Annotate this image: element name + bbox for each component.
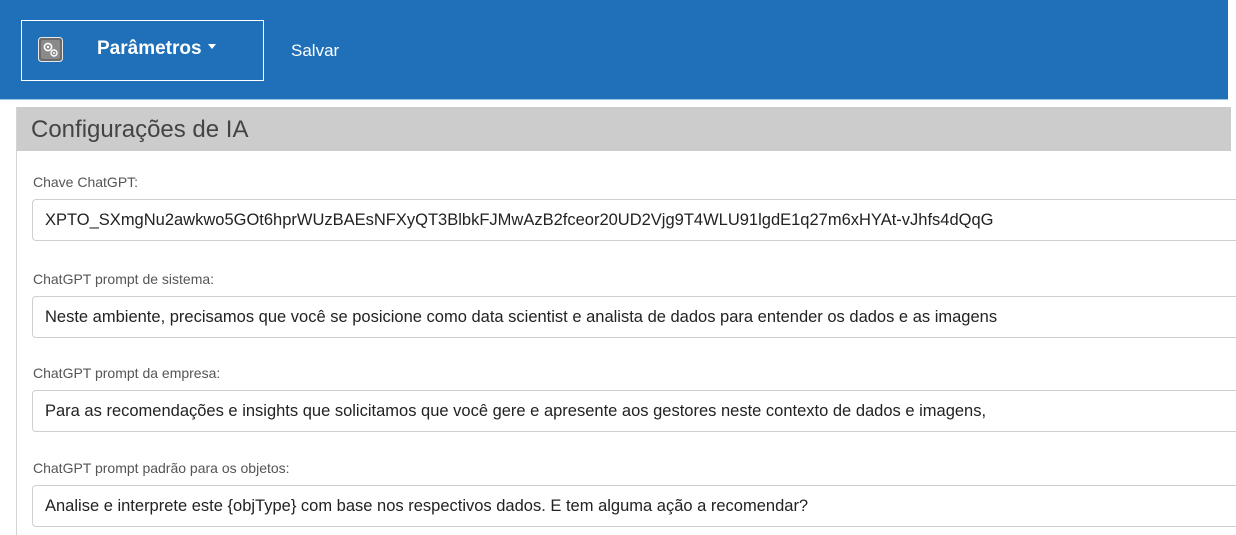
objects-prompt-label: ChatGPT prompt padrão para os objetos: [33, 460, 290, 476]
chatgpt-key-label: Chave ChatGPT: [33, 174, 139, 190]
panel-header: Configurações de IA [17, 107, 1231, 151]
system-prompt-input[interactable] [32, 296, 1236, 338]
panel-title: Configurações de IA [31, 116, 249, 143]
caret-down-icon [207, 44, 216, 50]
top-toolbar: Parâmetros Salvar [0, 0, 1228, 100]
parametros-menu-button[interactable]: Parâmetros [21, 20, 264, 81]
system-prompt-label: ChatGPT prompt de sistema: [33, 271, 215, 287]
objects-prompt-input[interactable] [32, 485, 1236, 527]
chatgpt-key-input[interactable] [32, 199, 1236, 241]
parametros-menu-label: Parâmetros [97, 37, 216, 61]
settings-gear-icon [38, 37, 63, 62]
company-prompt-label: ChatGPT prompt da empresa: [33, 365, 221, 381]
save-button[interactable]: Salvar [291, 40, 339, 62]
company-prompt-input[interactable] [32, 390, 1236, 432]
